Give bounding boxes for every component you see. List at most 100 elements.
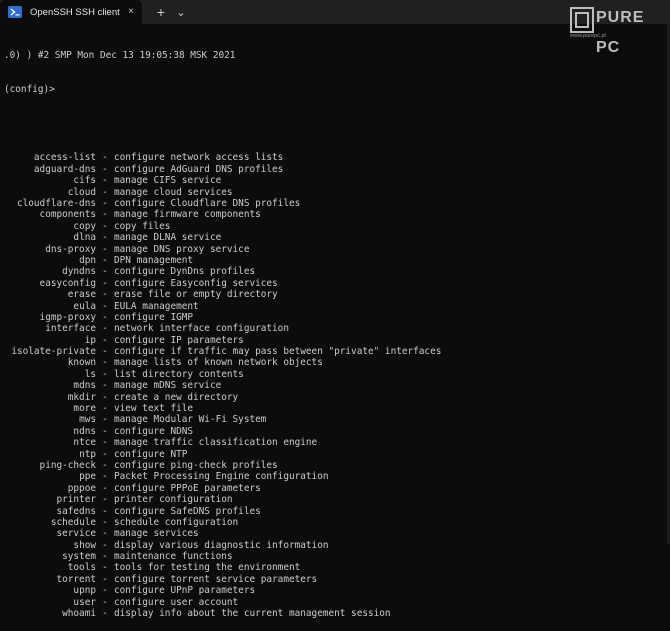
command-description: configure if traffic may pass between "p… [114, 346, 442, 358]
command-row: erase - erase file or empty directory [4, 289, 644, 300]
command-row: ppe - Packet Processing Engine configurati… [4, 471, 644, 482]
command-row: ndns - configure NDNS [4, 426, 644, 437]
command-name: igmp-proxy [39, 311, 96, 323]
command-name: cloud [67, 186, 96, 198]
command-separator: - [102, 551, 108, 563]
command-row: ls - list directory contents [4, 369, 644, 380]
command-description: printer configuration [114, 494, 233, 506]
command-separator: - [102, 585, 108, 597]
command-separator: - [102, 254, 108, 266]
command-row: ip - configure IP parameters [4, 335, 644, 346]
command-row: safedns - configure SafeDNS profiles [4, 506, 644, 517]
command-name: pppoe [67, 482, 96, 494]
command-description: configure UPnP parameters [114, 585, 256, 597]
command-description: configure Cloudflare DNS profiles [114, 197, 301, 209]
powershell-icon [8, 6, 22, 18]
command-separator: - [102, 175, 108, 187]
command-separator: - [102, 494, 108, 506]
command-name: ntce [73, 437, 96, 449]
command-name: ls [84, 368, 96, 380]
command-description: configure NTP [114, 448, 188, 460]
command-description: manage DNS proxy service [114, 243, 250, 255]
command-row: torrent - configure torrent service parame… [4, 574, 644, 585]
command-description: manage traffic classification engine [114, 437, 318, 449]
command-name: dlna [73, 232, 96, 244]
command-row: components - manage firmware components [4, 209, 644, 220]
command-separator: - [102, 437, 108, 449]
close-icon[interactable]: × [128, 5, 134, 19]
command-separator: - [102, 346, 108, 358]
command-description: display various diagnostic information [114, 539, 329, 551]
command-name: torrent [56, 573, 96, 585]
command-row: ntp - configure NTP [4, 449, 644, 460]
command-separator: - [102, 596, 108, 608]
command-separator: - [102, 323, 108, 335]
command-name: dns-proxy [45, 243, 96, 255]
command-name: easyconfig [39, 277, 96, 289]
command-row: isolate-private - configure if traffic may… [4, 346, 644, 357]
new-tab-button[interactable]: + [150, 0, 172, 24]
command-name: safedns [56, 505, 96, 517]
command-row: eula - EULA management [4, 301, 644, 312]
command-description: manage services [114, 528, 199, 540]
command-separator: - [102, 243, 108, 255]
command-separator: - [102, 368, 108, 380]
command-description: manage DLNA service [114, 232, 222, 244]
command-name: eula [73, 300, 96, 312]
command-row: system - maintenance functions [4, 551, 644, 562]
command-row: service - manage services [4, 528, 644, 539]
command-row: pppoe - configure PPPoE parameters [4, 483, 644, 494]
command-separator: - [102, 220, 108, 232]
command-name: copy [73, 220, 96, 232]
config-prompt: (config)> [4, 84, 55, 96]
command-name: dyndns [62, 266, 96, 278]
terminal-output[interactable]: .0) ) #2 SMP Mon Dec 13 19:05:38 MSK 202… [4, 27, 644, 631]
command-name: isolate-private [11, 346, 96, 358]
command-separator: - [102, 197, 108, 209]
command-description: manage mDNS service [114, 380, 222, 392]
command-separator: - [102, 459, 108, 471]
command-separator: - [102, 266, 108, 278]
command-name: tools [67, 562, 96, 574]
command-separator: - [102, 300, 108, 312]
command-description: manage lists of known network objects [114, 357, 323, 369]
command-separator: - [102, 357, 108, 369]
command-row: mkdir - create a new directory [4, 392, 644, 403]
command-row: dpn - DPN management [4, 255, 644, 266]
command-name: upnp [73, 585, 96, 597]
system-info-line: .0) ) #2 SMP Mon Dec 13 19:05:38 MSK 202… [4, 49, 236, 61]
command-name: dpn [79, 254, 96, 266]
command-separator: - [102, 516, 108, 528]
command-name: access-list [33, 152, 96, 164]
command-separator: - [102, 573, 108, 585]
command-row: ping-check - configure ping-check profiles [4, 460, 644, 471]
command-description: manage firmware components [114, 209, 261, 221]
command-description: erase file or empty directory [114, 289, 278, 301]
command-separator: - [102, 163, 108, 175]
command-separator: - [102, 186, 108, 198]
tab-openssh[interactable]: OpenSSH SSH client × [0, 0, 142, 24]
command-row: easyconfig - configure Easyconfig services [4, 278, 644, 289]
command-separator: - [102, 425, 108, 437]
command-separator: - [102, 334, 108, 346]
command-list: access-list - configure network access lis… [4, 152, 644, 619]
command-description: configure torrent service parameters [114, 573, 318, 585]
command-name: mkdir [67, 391, 96, 403]
command-name: printer [56, 494, 96, 506]
command-separator: - [102, 562, 108, 574]
command-name: ntp [79, 448, 96, 460]
command-name: more [73, 403, 96, 415]
command-name: cifs [73, 175, 96, 187]
chevron-down-icon[interactable]: ⌄ [172, 0, 190, 24]
command-row: adguard-dns - configure AdGuard DNS profil… [4, 164, 644, 175]
command-separator: - [102, 277, 108, 289]
command-separator: - [102, 482, 108, 494]
command-separator: - [102, 505, 108, 517]
command-description: configure network access lists [114, 152, 284, 164]
command-name: whoami [62, 608, 96, 620]
command-row: more - view text file [4, 403, 644, 414]
command-row: printer - printer configuration [4, 494, 644, 505]
command-description: maintenance functions [114, 551, 233, 563]
command-row: mdns - manage mDNS service [4, 380, 644, 391]
command-description: manage Modular Wi-Fi System [114, 414, 267, 426]
